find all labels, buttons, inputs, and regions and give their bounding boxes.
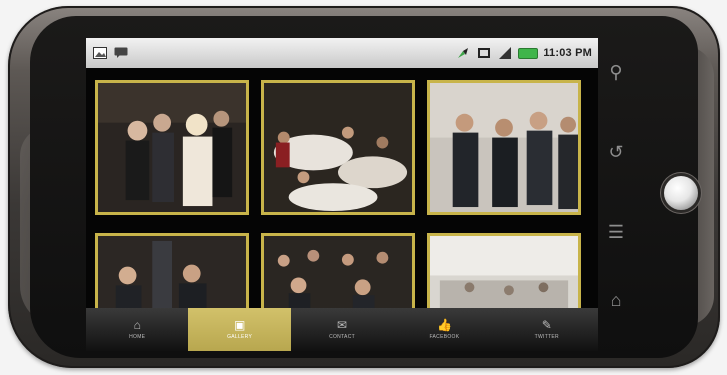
tab-gallery[interactable]: ▣ GALLERY [188,308,291,351]
menu-hw-icon[interactable]: ☰ [604,222,628,243]
photo-icon [98,83,246,212]
tab-facebook[interactable]: 👍 FACEBOOK [393,308,495,351]
contact-icon: ✉ [336,318,348,332]
tab-twitter[interactable]: ✎ TWITTER [496,308,598,351]
photo-gallery-grid [86,68,598,313]
search-hw-icon[interactable]: ⚲ [604,62,628,83]
battery-icon [518,47,539,59]
gallery-thumbnail[interactable] [95,233,249,313]
sim-icon [476,46,492,60]
photo-icon [430,83,578,212]
home-hw-icon[interactable]: ⌂ [604,290,628,311]
chat-icon[interactable] [113,46,129,60]
status-clock: 11:03 PM [543,47,592,59]
photo-icon [430,236,578,310]
gallery-thumbnail[interactable] [427,233,581,313]
gallery-thumbnail[interactable] [427,80,581,215]
twitter-icon: ✎ [541,318,552,332]
back-hw-icon[interactable]: ↺ [604,142,628,163]
tab-label: FACEBOOK [429,334,460,340]
tab-home[interactable]: ⌂ HOME [86,308,188,351]
photo-icon [264,83,412,212]
photo-icon [98,236,246,310]
image-icon[interactable] [92,46,108,60]
photo-icon [264,236,412,310]
tab-label: GALLERY [227,334,253,340]
tab-label: TWITTER [534,334,559,340]
tab-label: HOME [129,334,146,340]
status-bar-right: 11:03 PM [455,46,592,60]
phone-screen: 11:03 PM ⌂ HOME ▣ GALLERY ✉ CONTACT 👍 FA… [86,38,598,351]
tab-contact[interactable]: ✉ CONTACT [291,308,393,351]
facebook-icon: 👍 [436,318,452,332]
tab-label: CONTACT [329,334,355,340]
gallery-thumbnail[interactable] [261,80,415,215]
trackball[interactable] [664,176,698,210]
status-bar: 11:03 PM [86,38,598,68]
gallery-thumbnail[interactable] [95,80,249,215]
network-icon [497,46,513,60]
status-bar-left [92,46,129,60]
home-icon: ⌂ [133,318,141,332]
signal-icon [455,46,471,60]
gallery-icon: ▣ [233,318,246,332]
gallery-thumbnail[interactable] [261,233,415,313]
bottom-tab-bar: ⌂ HOME ▣ GALLERY ✉ CONTACT 👍 FACEBOOK ✎ … [86,308,598,351]
